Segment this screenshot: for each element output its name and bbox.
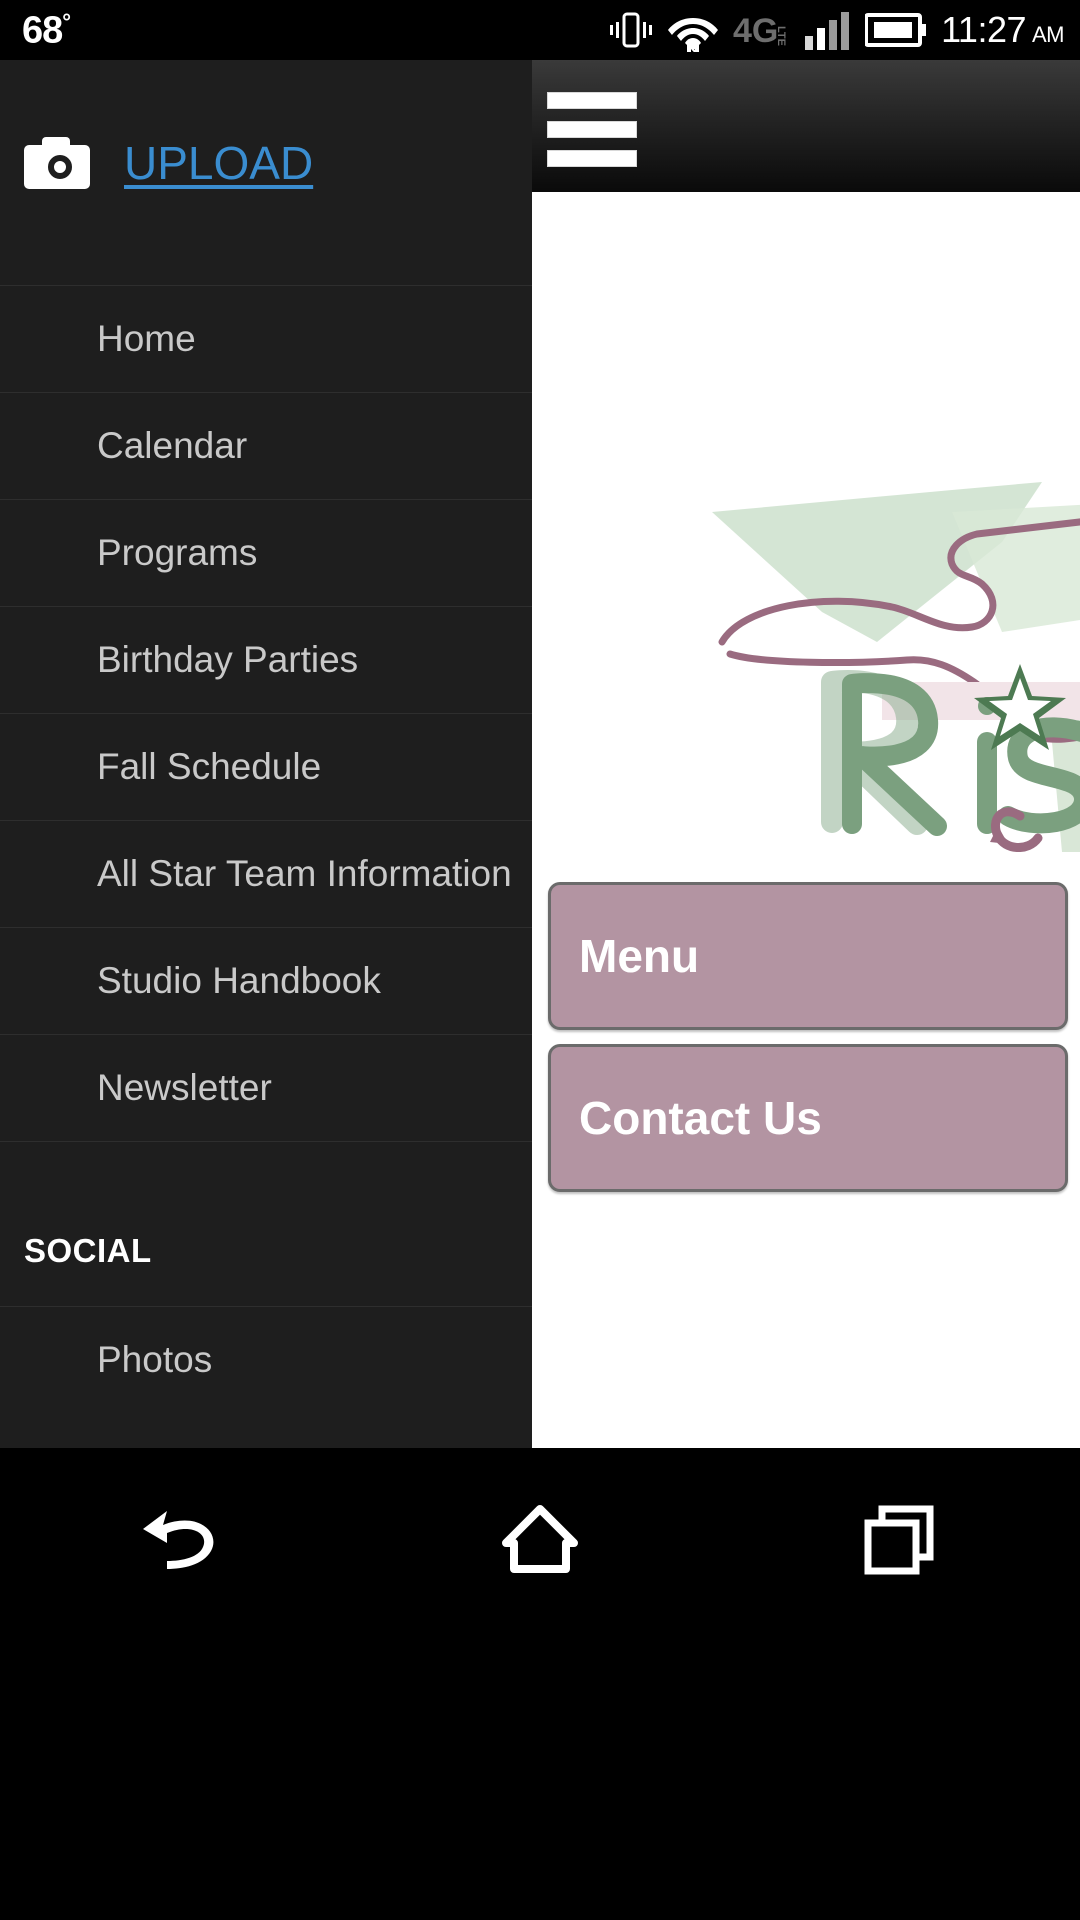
sidebar-item-birthday-parties[interactable]: Birthday Parties xyxy=(0,606,532,713)
back-button[interactable] xyxy=(80,1484,280,1594)
menu-button[interactable]: Menu xyxy=(548,882,1068,1030)
sidebar-item-label: All Star Team Information xyxy=(97,853,512,894)
phone-screen: 68° 4G LTE 11:27 AM UPLOAD Home Calendar… xyxy=(0,0,1080,1920)
site-logo xyxy=(532,192,1080,882)
wifi-icon xyxy=(668,18,719,52)
recents-button[interactable] xyxy=(800,1484,1000,1594)
sidebar-item-fall-schedule[interactable]: Fall Schedule xyxy=(0,713,532,820)
upload-row[interactable]: UPLOAD xyxy=(0,60,532,230)
logo-artwork xyxy=(712,482,1080,852)
drawer-spacer xyxy=(0,230,532,285)
navigation-drawer: UPLOAD Home Calendar Programs Birthday P… xyxy=(0,60,532,1448)
sidebar-item-label: Newsletter xyxy=(97,1067,272,1108)
vibrate-icon xyxy=(610,12,653,48)
svg-text:4G: 4G xyxy=(733,12,778,50)
clock-meridiem: AM xyxy=(1032,22,1065,47)
clock-time: 11:27 xyxy=(941,9,1026,50)
4glte-icon: 4G LTE xyxy=(733,12,787,50)
sidebar-item-programs[interactable]: Programs xyxy=(0,499,532,606)
contact-us-button-label: Contact Us xyxy=(579,1092,822,1144)
back-arrow-icon xyxy=(143,1511,214,1569)
upload-link[interactable]: UPLOAD xyxy=(124,136,313,190)
system-navigation-bar xyxy=(0,1448,1080,1920)
sidebar-item-label: Photos xyxy=(97,1339,213,1380)
sidebar-item-newsletter[interactable]: Newsletter xyxy=(0,1034,532,1141)
drawer-social-list: Photos xyxy=(0,1306,532,1413)
hamburger-icon[interactable] xyxy=(547,92,637,167)
contact-us-button[interactable]: Contact Us xyxy=(548,1044,1068,1192)
sidebar-item-label: Studio Handbook xyxy=(97,960,381,1001)
home-icon xyxy=(502,1505,578,1573)
sidebar-item-label: Home xyxy=(97,318,196,359)
signal-bars-icon xyxy=(805,12,850,50)
svg-text:LTE: LTE xyxy=(775,26,787,46)
status-bar: 68° 4G LTE 11:27 AM xyxy=(0,0,1080,60)
sidebar-item-all-star-team-information[interactable]: All Star Team Information xyxy=(0,820,532,927)
battery-icon xyxy=(865,13,927,47)
sidebar-item-studio-handbook[interactable]: Studio Handbook xyxy=(0,927,532,1034)
sidebar-item-label: Programs xyxy=(97,532,258,573)
recents-icon xyxy=(864,1505,934,1575)
status-icons: 4G LTE 11:27 AM xyxy=(609,8,1080,52)
sidebar-item-photos[interactable]: Photos xyxy=(0,1306,532,1413)
temperature-indicator: 68° xyxy=(22,8,71,52)
drawer-section-gap xyxy=(0,1141,532,1196)
drawer-section-heading-social: SOCIAL xyxy=(24,1232,152,1269)
web-content-panel: Menu Contact Us xyxy=(532,60,1080,1448)
clock: 11:27 AM xyxy=(941,9,1064,51)
menu-button-label: Menu xyxy=(579,930,700,982)
drawer-nav-list: Home Calendar Programs Birthday Parties … xyxy=(0,285,532,1141)
camera-icon xyxy=(24,137,90,189)
sidebar-item-label: Calendar xyxy=(97,425,248,466)
sidebar-item-calendar[interactable]: Calendar xyxy=(0,392,532,499)
site-header xyxy=(532,60,1080,192)
sidebar-item-label: Fall Schedule xyxy=(97,746,322,787)
home-button[interactable] xyxy=(440,1484,640,1594)
sidebar-item-label: Birthday Parties xyxy=(97,639,359,680)
content-buttons: Menu Contact Us xyxy=(532,882,1080,1192)
sidebar-item-home[interactable]: Home xyxy=(0,285,532,392)
